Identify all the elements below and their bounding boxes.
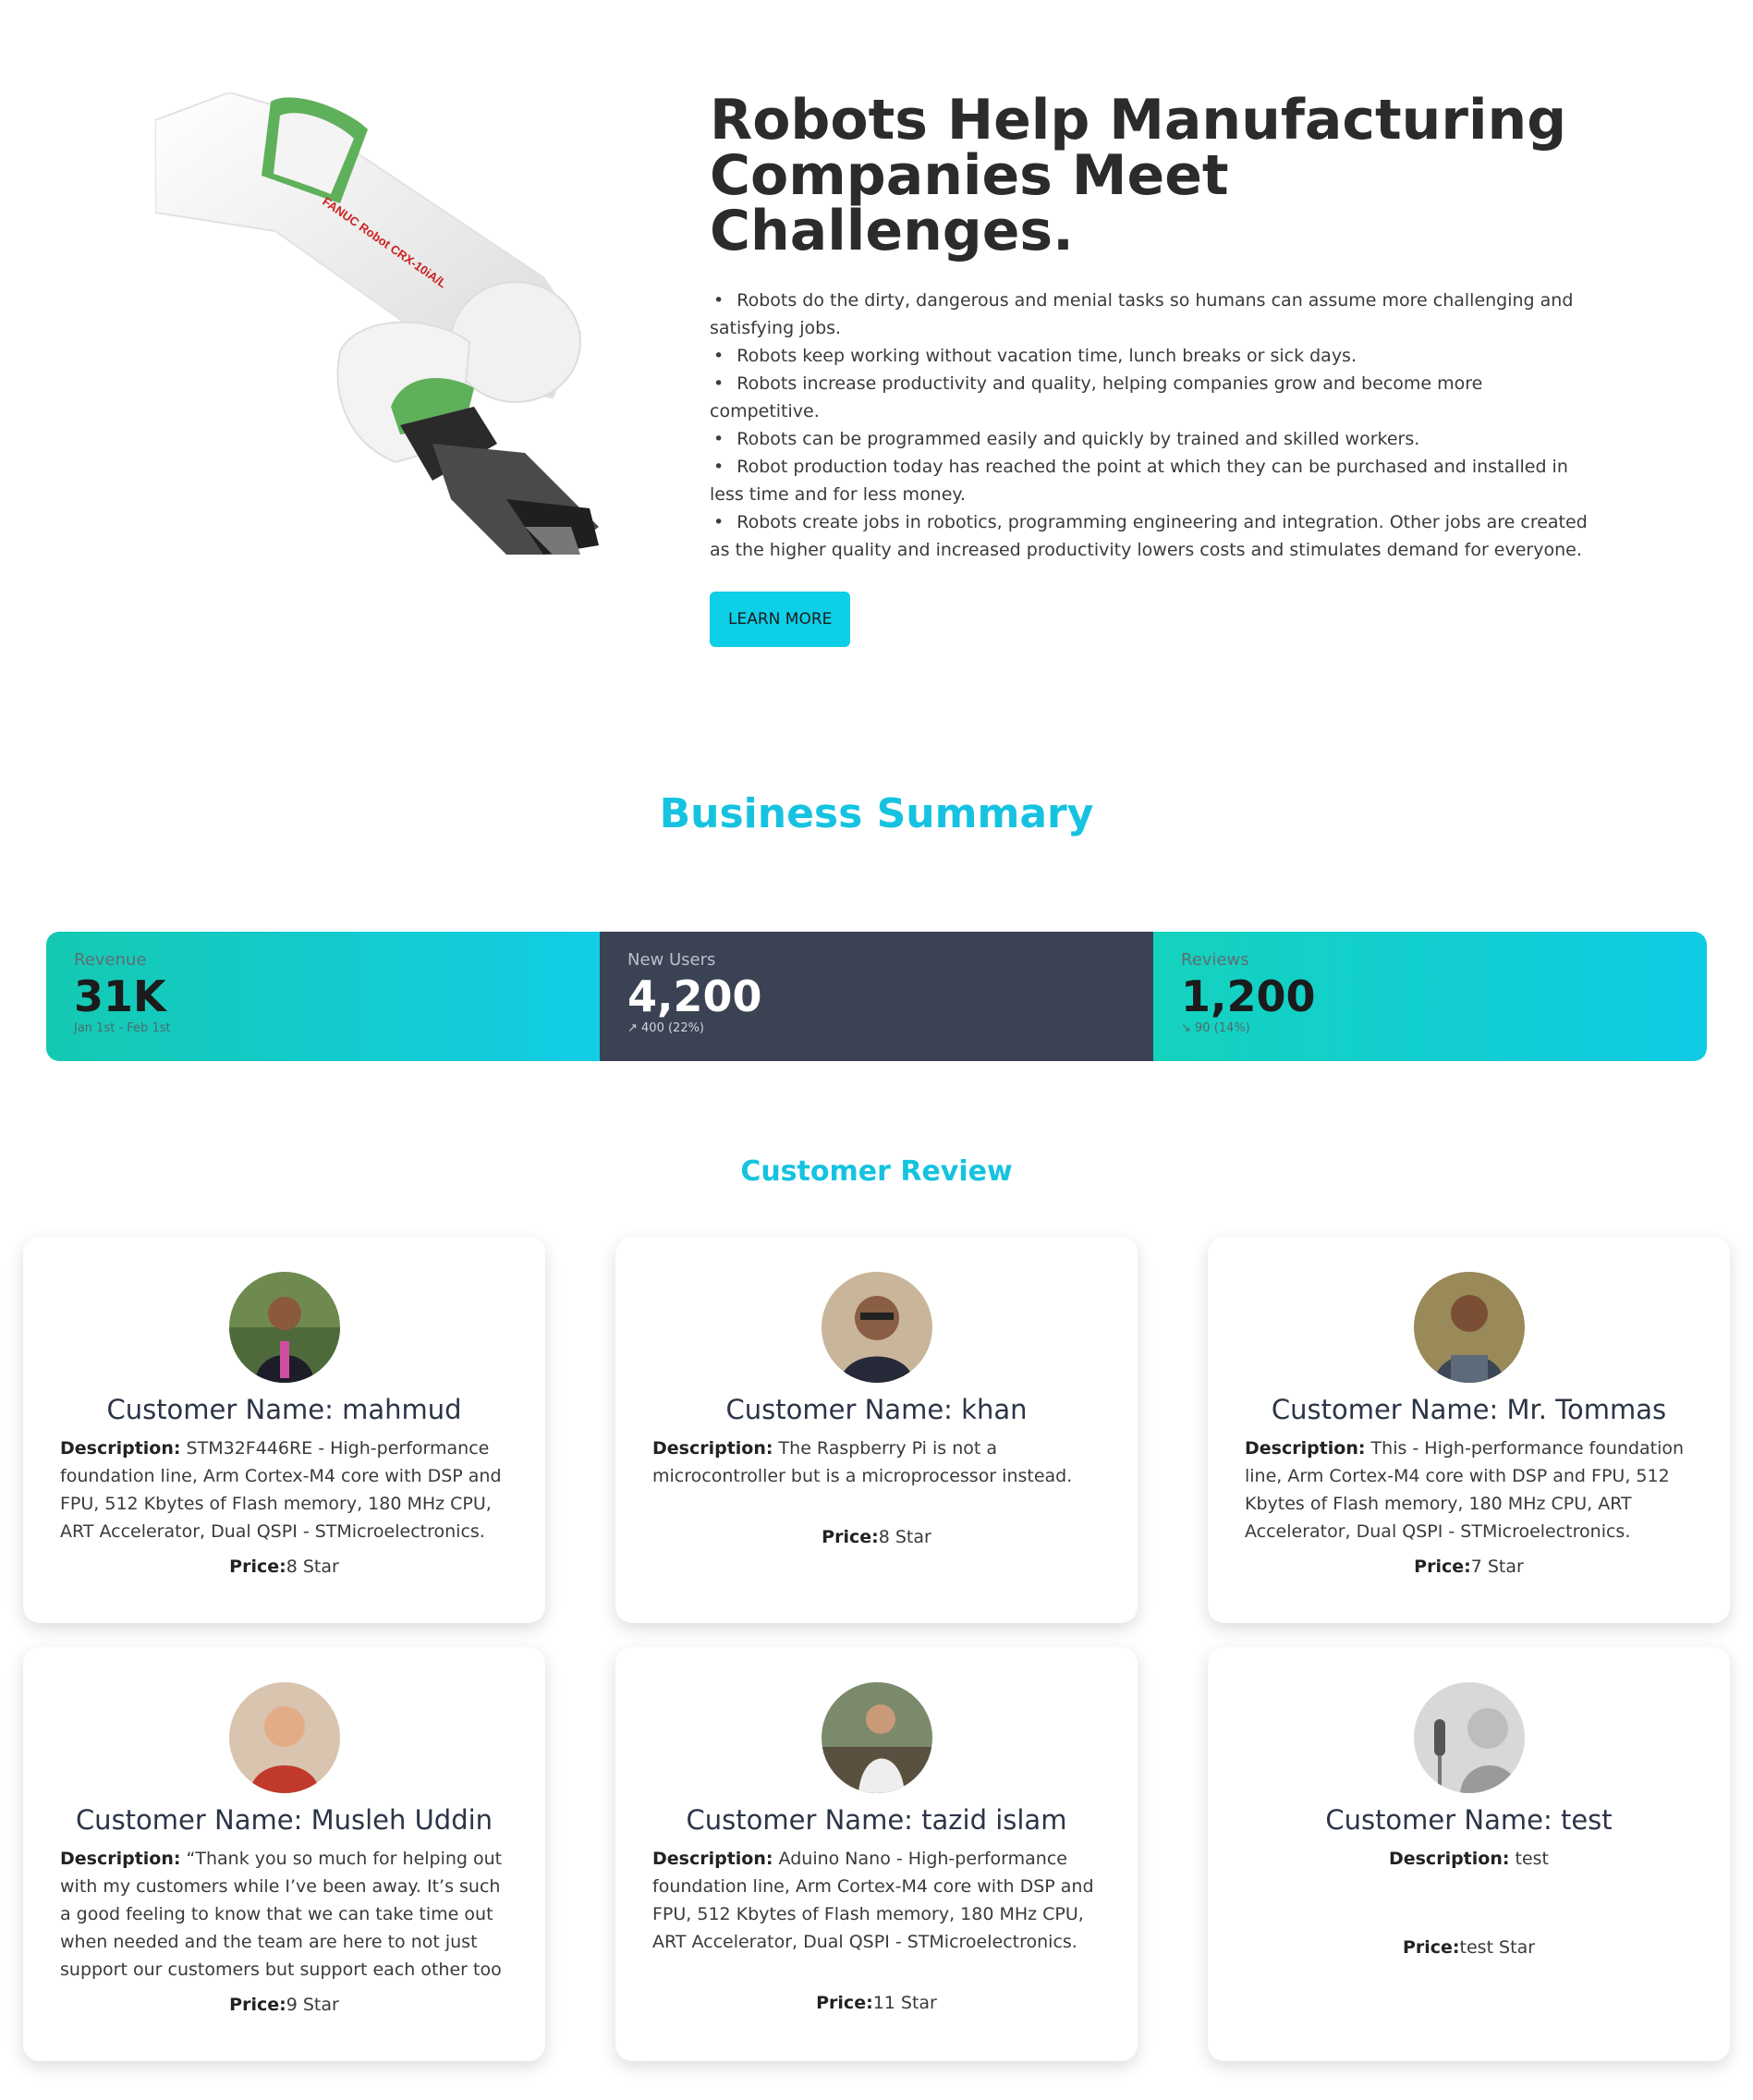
hero-bullet-list: • Robots do the dirty, dangerous and meni… [710,287,1597,564]
stat-revenue: Revenue 31K Jan 1st - Feb 1st [46,932,600,1061]
bullet-icon: • [713,457,724,477]
customer-avatar [1413,1272,1525,1383]
stat-title: Revenue [74,950,147,970]
review-card: Customer Name: mahmud Description: STM32… [23,1237,545,1623]
hero-bullet: • Robots create jobs in robotics, program… [710,508,1597,564]
review-card: Customer Name: Mr. Tommas Description: T… [1208,1237,1730,1623]
customer-review-title: Customer Review [740,1155,1013,1188]
review-card: Customer Name: Musleh Uddin Description:… [23,1647,545,2061]
customer-name: Customer Name: Mr. Tommas [1271,1394,1667,1425]
bullet-icon: • [713,346,724,366]
hero-section: FANUC Robot CRX-10iA/L Robots Help Manuf… [0,0,1753,665]
customer-description: Description: This - High-performance fou… [1245,1438,1685,1542]
customer-name: Customer Name: Musleh Uddin [75,1804,493,1836]
customer-price: Price:11 Star [816,1993,937,2013]
customer-avatar [228,1272,340,1383]
hero-bullet: • Robots increase productivity and qualit… [710,370,1597,425]
bullet-icon: • [713,429,724,449]
stat-value: 4,200 [627,971,762,1021]
customer-avatar [228,1682,340,1793]
stat-desc: ↘︎ 90 (14%) [1181,1021,1250,1035]
customer-name: Customer Name: test [1325,1804,1613,1836]
bullet-icon: • [713,512,724,532]
stat-desc: ↗︎ 400 (22%) [627,1021,705,1035]
stats-bar: Revenue 31K Jan 1st - Feb 1st New Users … [46,932,1707,1061]
hero-bullet: • Robot production today has reached the … [710,453,1597,508]
customer-avatar [1413,1682,1525,1793]
customer-price: Price:8 Star [229,1557,339,1577]
customer-description: Description: test [1388,1849,1550,1869]
hero-bullet: • Robots do the dirty, dangerous and meni… [710,287,1597,342]
hero-bullet: • Robots keep working without vacation ti… [710,342,1597,370]
customer-avatar [821,1272,932,1383]
customer-name: Customer Name: khan [725,1394,1028,1425]
customer-description: Description: “Thank you so much for help… [60,1849,503,1980]
customer-name: Customer Name: mahmud [106,1394,462,1425]
customer-avatar [821,1682,932,1793]
stat-value: 1,200 [1181,971,1316,1021]
customer-description: Description: The Raspberry Pi is not a m… [652,1438,1073,1486]
review-card: Customer Name: tazid islam Description: … [615,1647,1138,2061]
review-card: Customer Name: khan Description: The Ras… [615,1237,1138,1623]
stat-new-users: New Users 4,200 ↗︎ 400 (22%) [600,932,1153,1061]
stat-value: 31K [74,971,166,1021]
customer-description: Description: Aduino Nano - High-performa… [652,1849,1094,1952]
robot-arm-image: FANUC Robot CRX-10iA/L [155,92,599,555]
stat-desc: Jan 1st - Feb 1st [74,1021,171,1035]
customer-price: Price:9 Star [229,1995,339,2015]
customer-price: Price:test Star [1402,1937,1536,1958]
hero-text: Robots Help Manufacturing Companies Meet… [710,92,1597,647]
hero-title: Robots Help Manufacturing Companies Meet… [710,88,1567,263]
customer-description: Description: STM32F446RE - High-performa… [60,1438,502,1542]
hero-bullet: • Robots can be programmed easily and qui… [710,425,1597,453]
customer-price: Price:7 Star [1414,1557,1524,1577]
customer-price: Price:8 Star [822,1527,931,1547]
bullet-icon: • [713,373,724,394]
bullet-icon: • [713,290,724,311]
learn-more-button[interactable]: LEARN MORE [710,592,851,647]
business-summary-title: Business Summary [659,790,1094,837]
stat-title: Reviews [1181,950,1249,970]
customer-name: Customer Name: tazid islam [686,1804,1067,1836]
review-card: Customer Name: test Description: test Pr… [1208,1647,1730,2061]
stat-reviews: Reviews 1,200 ↘︎ 90 (14%) [1153,932,1707,1061]
stat-title: New Users [627,950,716,970]
